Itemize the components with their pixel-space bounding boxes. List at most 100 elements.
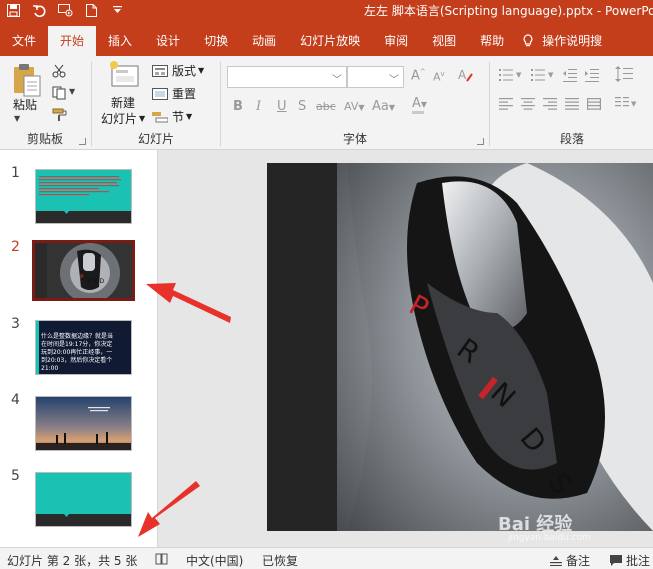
- present-from-beginning-icon[interactable]: [52, 0, 78, 20]
- tab-view[interactable]: 视图: [420, 26, 468, 56]
- ribbon-separator: [220, 62, 221, 146]
- save-icon[interactable]: [0, 0, 26, 20]
- clipboard-group: 粘贴 ▼ ▼ 剪贴板: [0, 56, 90, 150]
- decrease-indent-icon[interactable]: [563, 68, 577, 82]
- font-dialog-launcher[interactable]: [477, 138, 484, 145]
- new-slide-icon[interactable]: [108, 60, 140, 90]
- numbering-icon[interactable]: ▼: [531, 68, 559, 82]
- copy-icon[interactable]: [52, 86, 66, 100]
- slide-editor: P R N D S: [158, 150, 653, 547]
- tab-design[interactable]: 设计: [144, 26, 192, 56]
- comments-button[interactable]: 批注: [610, 552, 650, 569]
- svg-text:R N D: R N D: [87, 278, 104, 285]
- slide-thumbnail-5[interactable]: [35, 472, 132, 527]
- shrink-font-button[interactable]: Av: [433, 70, 445, 84]
- italic-button[interactable]: I: [256, 99, 261, 114]
- ribbon-home: 粘贴 ▼ ▼ 剪贴板 新建 幻灯片 ▼ 版式 ▼ 重置 节 ▼ 幻灯片 ﹀ ﹀ …: [0, 56, 653, 150]
- font-color-button[interactable]: A▼: [412, 96, 427, 114]
- spell-check-icon[interactable]: [155, 553, 169, 565]
- paragraph-group-label: 段落: [559, 132, 584, 146]
- tab-transitions[interactable]: 切换: [192, 26, 240, 56]
- bold-button[interactable]: B: [233, 99, 243, 114]
- new-slide-dropdown-icon: ▼: [139, 114, 146, 123]
- tell-me-label: 操作说明搜: [542, 34, 603, 48]
- align-right-icon[interactable]: [543, 98, 557, 110]
- svg-text:▼: ▼: [548, 71, 554, 79]
- slide-number: 4: [11, 392, 20, 408]
- new-file-icon[interactable]: [78, 0, 104, 20]
- slide-thumbnail-4[interactable]: [35, 396, 132, 451]
- clear-formatting-button[interactable]: A: [458, 68, 474, 86]
- undo-icon[interactable]: [26, 0, 52, 20]
- font-name-combo[interactable]: ﹀: [227, 66, 347, 88]
- increase-indent-icon[interactable]: [585, 68, 599, 82]
- section-button[interactable]: 节 ▼: [152, 108, 192, 125]
- tab-help[interactable]: 帮助: [468, 26, 516, 56]
- new-slide-button[interactable]: 幻灯片 ▼: [101, 110, 145, 127]
- language-status[interactable]: 中文(中国): [186, 552, 243, 569]
- slide-number: 1: [11, 165, 20, 181]
- status-bar: 幻灯片 第 2 张，共 5 张 中文(中国) 已恢复 备注 批注: [0, 547, 653, 569]
- reset-label: 重置: [172, 87, 197, 101]
- svg-text:P: P: [80, 274, 84, 281]
- paste-icon[interactable]: [10, 62, 44, 98]
- slide-thumbnail-3[interactable]: 什么是整数据边缘？就是当 在时间是19:17分，你决定 玩到20:00再忙正经事…: [35, 320, 132, 375]
- slide-number: 2: [11, 239, 20, 255]
- strikethrough-button[interactable]: abc: [316, 100, 336, 113]
- columns-icon[interactable]: ▼: [615, 97, 639, 111]
- paste-dropdown-icon[interactable]: ▼: [14, 114, 20, 123]
- copy-dropdown-icon[interactable]: ▼: [69, 87, 75, 96]
- ribbon-separator: [91, 62, 92, 146]
- tab-insert[interactable]: 插入: [96, 26, 144, 56]
- new-slide-label-1[interactable]: 新建: [111, 94, 135, 111]
- slides-group-label: 幻灯片: [137, 132, 174, 146]
- ribbon-tabs: 文件 开始 插入 设计 切换 动画 幻灯片放映 审阅 视图 帮助 操作说明搜: [0, 20, 653, 56]
- paste-button[interactable]: 粘贴: [13, 96, 37, 113]
- clipboard-group-label: 剪贴板: [26, 132, 63, 146]
- change-case-button[interactable]: Aa▼: [372, 99, 395, 114]
- tab-review[interactable]: 审阅: [372, 26, 420, 56]
- thumbnail-accent-bar: [36, 321, 39, 374]
- slide-thumbnail-1[interactable]: [35, 169, 132, 224]
- align-center-icon[interactable]: [521, 98, 535, 110]
- section-dropdown-icon: ▼: [186, 112, 193, 121]
- notes-icon: [550, 555, 562, 566]
- underline-button[interactable]: U: [277, 99, 287, 114]
- layout-dropdown-icon: ▼: [198, 66, 205, 75]
- layout-button[interactable]: 版式 ▼: [152, 62, 204, 79]
- slide-count-status: 幻灯片 第 2 张，共 5 张: [7, 554, 138, 568]
- chevron-down-icon: ﹀: [332, 75, 342, 86]
- tab-home[interactable]: 开始: [48, 26, 97, 56]
- window-title: 左左 脚本语言(Scripting language).pptx - Power…: [364, 4, 653, 18]
- layout-label: 版式: [172, 64, 197, 78]
- cut-icon[interactable]: [52, 64, 66, 78]
- grow-font-button[interactable]: A^: [411, 68, 426, 83]
- tab-animations[interactable]: 动画: [240, 26, 288, 56]
- line-spacing-icon[interactable]: [615, 66, 639, 82]
- shrink-font-icon: A: [433, 70, 441, 84]
- customize-qat-icon[interactable]: [104, 0, 130, 20]
- tab-slideshow[interactable]: 幻灯片放映: [288, 26, 372, 56]
- svg-text:▼: ▼: [631, 100, 637, 108]
- thumbnail-text: 什么是整数据边缘？就是当 在时间是19:17分，你决定 玩到20:00再忙正经事…: [41, 333, 114, 372]
- distributed-icon[interactable]: [587, 98, 601, 110]
- text-shadow-button[interactable]: S: [298, 99, 306, 114]
- recovered-status: 已恢复: [262, 554, 299, 568]
- justify-icon[interactable]: [565, 98, 579, 110]
- notes-button[interactable]: 备注: [550, 552, 590, 569]
- tell-me-search[interactable]: 操作说明搜: [516, 26, 614, 56]
- reset-button[interactable]: 重置: [152, 85, 196, 102]
- font-size-combo[interactable]: ﹀: [347, 66, 404, 88]
- bullets-icon[interactable]: ▼: [499, 68, 527, 82]
- section-icon: [152, 111, 168, 122]
- align-left-icon[interactable]: [499, 98, 513, 110]
- tab-file[interactable]: 文件: [0, 26, 48, 56]
- slide-thumbnail-2[interactable]: P R N D: [32, 240, 135, 301]
- character-spacing-button[interactable]: AV▼: [344, 100, 365, 113]
- format-painter-icon[interactable]: [52, 108, 68, 122]
- slide-thumbnails-pane: 1 2 P R N D 3 什么是整数据边缘？就是当 在时间是19:17分，你决…: [0, 150, 158, 547]
- clipboard-dialog-launcher[interactable]: [79, 138, 86, 145]
- reset-icon: [152, 87, 168, 100]
- current-slide-canvas[interactable]: P R N D S: [267, 163, 653, 531]
- character-spacing-label: AV: [344, 100, 359, 113]
